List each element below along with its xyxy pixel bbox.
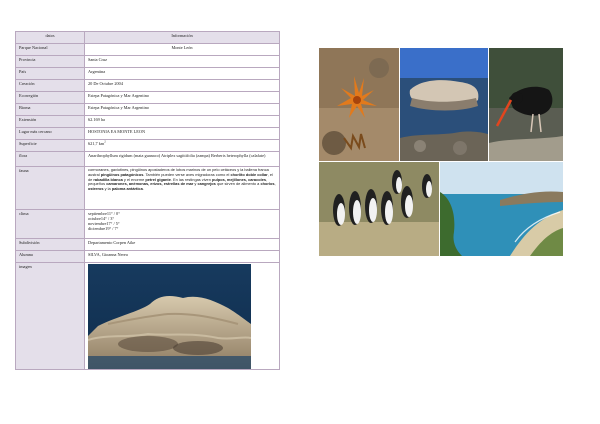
penguins-photo bbox=[319, 162, 439, 256]
table-row: Bioma Estepa Patagónica y Mar Argentino bbox=[15, 103, 280, 116]
fauna-bold: cangrejos bbox=[197, 181, 216, 187]
table-row: Alumna SILVA, Gioanna Nerea bbox=[15, 250, 280, 263]
table-row: Extensión 62.169 ha bbox=[15, 115, 280, 128]
row-value: Argentina bbox=[84, 67, 280, 80]
fauna-part: y bbox=[193, 181, 197, 187]
fauna-part: que sirven de alimento a bbox=[215, 181, 260, 187]
table-row: Ecorregión Estepa Patagónica y Mar Argent… bbox=[15, 91, 280, 104]
row-label: País bbox=[15, 67, 85, 80]
table-row-superficie: Superficie 621,7 km2 bbox=[15, 139, 280, 152]
row-value: 621,7 km2 bbox=[84, 139, 280, 152]
table-row: Subdivisión Departamento Corpen Aike bbox=[15, 238, 280, 251]
fauna-part: . bbox=[142, 186, 144, 192]
fauna-text: cormoranes, gaviotines, pingüinos aposta… bbox=[84, 166, 280, 210]
row-value: Santa Cruz bbox=[84, 55, 280, 68]
row-label: Bioma bbox=[15, 103, 85, 116]
table-row-imagen: imagen bbox=[15, 262, 280, 370]
row-label: Creación bbox=[15, 79, 85, 92]
row-label: imagen bbox=[15, 262, 85, 370]
row-label: Provincia bbox=[15, 55, 85, 68]
fauna-bold: ostreros bbox=[88, 186, 104, 192]
row-value: 62.169 ha bbox=[84, 115, 280, 128]
row-label: fauna bbox=[15, 166, 85, 210]
row-value: Departamento Corpen Aike bbox=[84, 238, 280, 251]
table-header-row: datos Información bbox=[15, 31, 280, 44]
table-row: Provincia Santa Cruz bbox=[15, 55, 280, 68]
coast-photo bbox=[440, 162, 563, 256]
row-value: SILVA, Gioanna Nerea bbox=[84, 250, 280, 263]
header-datos: datos bbox=[15, 31, 85, 44]
row-label: Alumna bbox=[15, 250, 85, 263]
fauna-bold: chorlos bbox=[260, 181, 275, 187]
table-row-fauna: fauna cormoranes, gaviotines, pingüinos … bbox=[15, 166, 280, 210]
row-value: septiembre11° / 0° octubre14° / 3° novie… bbox=[84, 209, 280, 239]
row-value: Estepa Patagónica y Mar Argentino bbox=[84, 91, 280, 104]
row-value: 20 De Octubre 2004 bbox=[84, 79, 280, 92]
rock-sea-photo bbox=[400, 48, 488, 161]
table-row-clima: clima septiembre11° / 0° octubre14° / 3°… bbox=[15, 209, 280, 239]
row-value: HOSTONIA EA MONTE LEON bbox=[84, 127, 280, 140]
table-row: Lugar más cercano HOSTONIA EA MONTE LEON bbox=[15, 127, 280, 140]
row-value: Estepa Patagónica y Mar Argentino bbox=[84, 103, 280, 116]
row-label: Ecorregión bbox=[15, 91, 85, 104]
row-label: Extensión bbox=[15, 115, 85, 128]
row-label: Parque Nacional bbox=[15, 43, 85, 56]
row-label: Superficie bbox=[15, 139, 85, 152]
table-row-flora: flora Anarthrophyllum rigidum (mata guan… bbox=[15, 151, 280, 167]
table-row: Parque Nacional Monte León bbox=[15, 43, 280, 56]
row-value: Anarthrophyllum rigidum (mata guanaco) A… bbox=[84, 151, 280, 167]
document-page: datos Información Parque Nacional Monte L… bbox=[0, 0, 600, 424]
header-informacion: Información bbox=[84, 31, 280, 44]
fauna-part: , bbox=[274, 181, 276, 187]
table-row: Creación 20 De Octubre 2004 bbox=[15, 79, 280, 92]
row-label: flora bbox=[15, 151, 85, 167]
table-row: País Argentina bbox=[15, 67, 280, 80]
clima-line: diciembre19° / 7° bbox=[88, 226, 119, 231]
row-label: Lugar más cercano bbox=[15, 127, 85, 140]
superficie-sup: 2 bbox=[104, 139, 106, 144]
superficie-value: 621,7 km bbox=[88, 141, 105, 146]
info-table: datos Información Parque Nacional Monte L… bbox=[15, 31, 280, 370]
fauna-bold: paloma antártica bbox=[111, 186, 143, 192]
row-label: Subdivisión bbox=[15, 238, 85, 251]
imagen-cell bbox=[84, 262, 280, 370]
oystercatcher-photo bbox=[489, 48, 563, 161]
flower-photo bbox=[319, 48, 399, 161]
sea-lion-rock-photo bbox=[88, 264, 251, 369]
row-value: Monte León bbox=[84, 43, 280, 56]
row-label: clima bbox=[15, 209, 85, 239]
fauna-part: y la bbox=[103, 186, 111, 192]
